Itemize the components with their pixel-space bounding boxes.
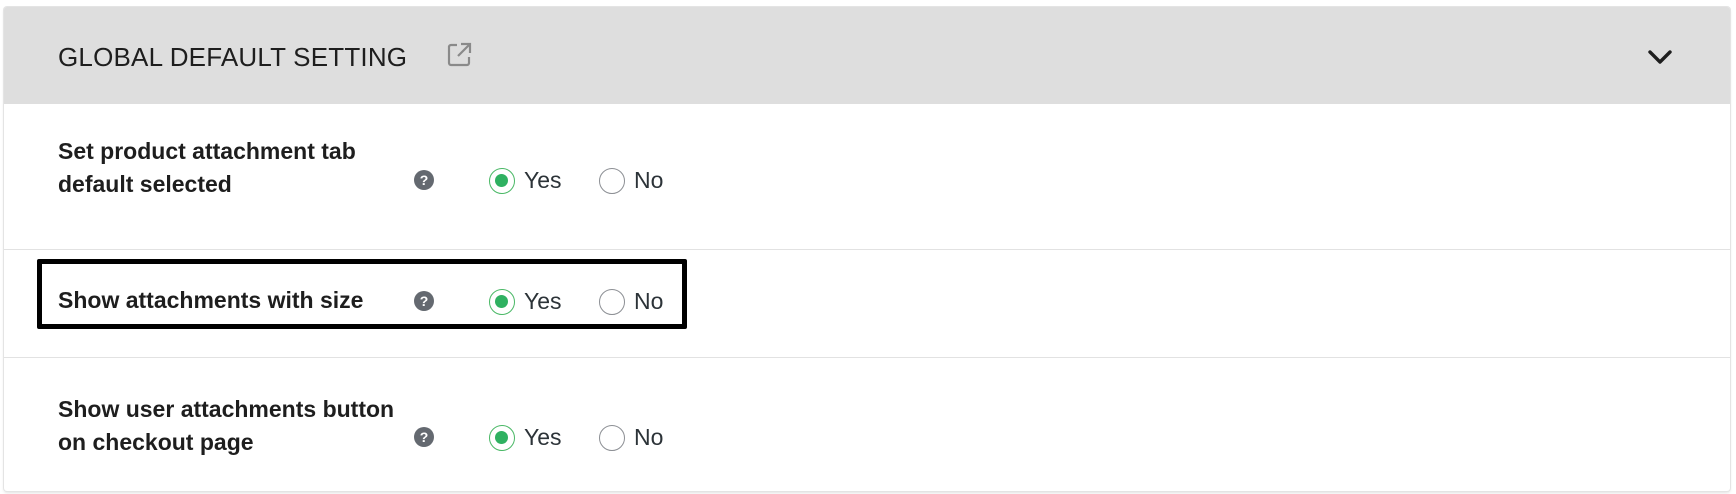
- setting-row-show-size: Show attachments with size ? Yes No: [4, 250, 1730, 358]
- setting-label: Set product attachment tab default selec…: [58, 138, 356, 197]
- setting-row-tab-default-selected: Set product attachment tab default selec…: [4, 104, 1730, 250]
- help-icon[interactable]: ?: [414, 427, 434, 447]
- radio-option-yes[interactable]: Yes: [489, 167, 562, 194]
- radio-label-yes: Yes: [524, 167, 562, 193]
- radio-option-no[interactable]: No: [599, 424, 663, 451]
- radio-label-no: No: [634, 424, 664, 450]
- radio-option-no[interactable]: No: [599, 167, 663, 194]
- radio-label-yes: Yes: [524, 288, 562, 314]
- radio-option-yes[interactable]: Yes: [489, 424, 562, 451]
- external-link-icon[interactable]: [445, 41, 473, 69]
- radio-option-yes[interactable]: Yes: [489, 288, 562, 315]
- setting-label: Show attachments with size: [58, 287, 364, 313]
- radio-option-no[interactable]: No: [599, 288, 663, 315]
- radio-yes[interactable]: [489, 288, 515, 315]
- radio-label-no: No: [634, 167, 664, 193]
- setting-row-checkout-button: Show user attachments button on checkout…: [4, 358, 1730, 491]
- radio-yes[interactable]: [489, 167, 515, 194]
- panel-title: GLOBAL DEFAULT SETTING: [58, 42, 408, 72]
- global-default-setting-panel: GLOBAL DEFAULT SETTING Set product attac…: [4, 7, 1730, 491]
- radio-label-yes: Yes: [524, 424, 562, 450]
- panel-header[interactable]: GLOBAL DEFAULT SETTING: [4, 7, 1730, 104]
- setting-label: Show user attachments button on checkout…: [58, 396, 395, 455]
- chevron-down-icon: [1648, 50, 1672, 64]
- help-icon[interactable]: ?: [414, 291, 434, 311]
- radio-yes[interactable]: [489, 424, 515, 451]
- help-icon[interactable]: ?: [414, 170, 434, 190]
- collapse-button[interactable]: [1642, 42, 1678, 72]
- radio-no[interactable]: [599, 167, 625, 194]
- radio-no[interactable]: [599, 424, 625, 451]
- radio-no[interactable]: [599, 288, 625, 315]
- radio-label-no: No: [634, 288, 664, 314]
